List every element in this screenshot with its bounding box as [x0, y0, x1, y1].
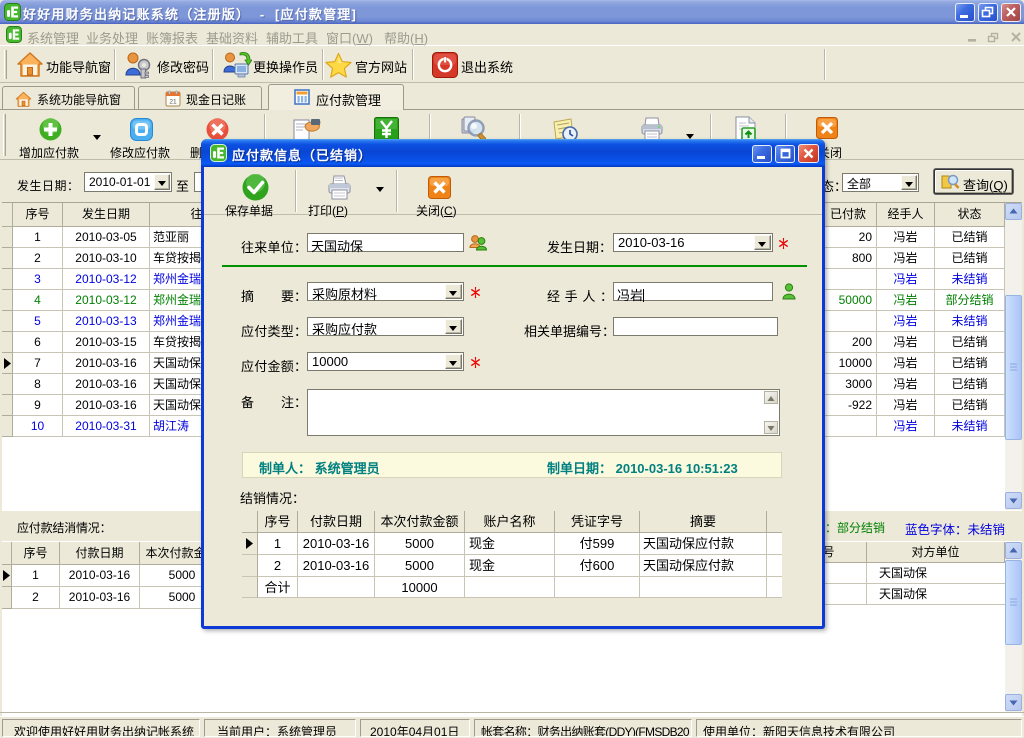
svg-text:21: 21 — [169, 99, 177, 106]
